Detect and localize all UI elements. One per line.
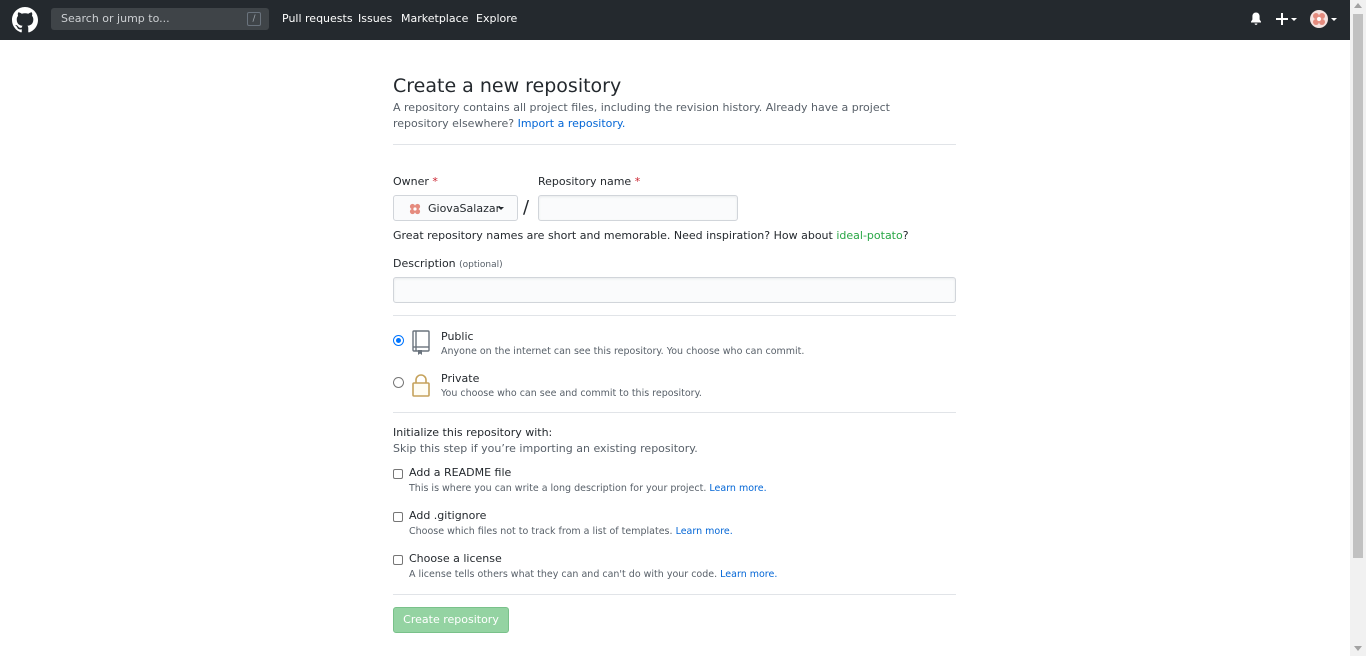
repo-icon <box>412 330 430 355</box>
chevron-down-icon <box>1331 18 1337 21</box>
gitignore-title: Add .gitignore <box>409 509 487 522</box>
owner-label-text: Owner <box>393 175 429 188</box>
name-suggestion-hint: Great repository names are short and mem… <box>393 229 909 242</box>
repo-name-label-text: Repository name <box>538 175 632 188</box>
subtitle-text: A repository contains all project files,… <box>393 101 890 130</box>
nav-explore[interactable]: Explore <box>476 12 517 25</box>
import-repository-link[interactable]: Import a repository. <box>518 117 626 130</box>
init-heading: Initialize this repository with: <box>393 426 553 439</box>
repository-name-input[interactable] <box>538 195 738 221</box>
suggested-name-link[interactable]: ideal-potato <box>836 229 902 242</box>
gitignore-checkbox[interactable] <box>393 512 403 522</box>
readme-description: This is where you can write a long descr… <box>409 483 767 494</box>
description-label: Description (optional) <box>393 257 503 270</box>
hint-end: ? <box>902 229 909 242</box>
init-subheading: Skip this step if you’re importing an ex… <box>393 442 698 455</box>
nav-marketplace[interactable]: Marketplace <box>401 12 468 25</box>
public-radio[interactable] <box>393 335 404 346</box>
readme-checkbox[interactable] <box>393 469 403 479</box>
required-mark: * <box>432 175 438 188</box>
notifications-bell-icon[interactable] <box>1249 11 1263 27</box>
public-description: Anyone on the internet can see this repo… <box>441 346 805 357</box>
license-learn-more-link[interactable]: Learn more. <box>720 569 777 580</box>
scrollbar-thumb[interactable] <box>1353 14 1363 558</box>
chevron-down-icon <box>498 207 504 210</box>
divider <box>393 315 956 316</box>
top-header: Search or jump to... / Pull requests Iss… <box>0 0 1350 40</box>
divider <box>393 594 956 595</box>
gitignore-description: Choose which files not to track from a l… <box>409 526 733 537</box>
page-subtitle: A repository contains all project files,… <box>393 100 933 132</box>
user-menu-dropdown[interactable] <box>1310 10 1340 28</box>
owner-repo-separator: / <box>523 197 530 218</box>
public-title: Public <box>441 330 474 343</box>
optional-tag: (optional) <box>459 260 503 270</box>
search-placeholder: Search or jump to... <box>61 12 170 25</box>
hint-text: Great repository names are short and mem… <box>393 229 833 242</box>
divider <box>393 144 956 145</box>
search-shortcut-key: / <box>247 12 261 26</box>
nav-pull-requests[interactable]: Pull requests <box>282 12 353 25</box>
avatar <box>1310 10 1328 28</box>
license-description: A license tells others what they can and… <box>409 569 777 580</box>
description-input[interactable] <box>393 277 956 303</box>
divider <box>393 412 956 413</box>
private-description: You choose who can see and commit to thi… <box>441 388 702 399</box>
license-title: Choose a license <box>409 552 502 565</box>
owner-name: GiovaSalazar <box>428 202 501 215</box>
readme-title: Add a README file <box>409 466 512 479</box>
plus-icon <box>1276 13 1288 25</box>
owner-select[interactable]: GiovaSalazar <box>393 195 518 221</box>
nav-issues[interactable]: Issues <box>358 12 392 25</box>
page-title: Create a new repository <box>393 75 622 97</box>
private-title: Private <box>441 372 480 385</box>
chevron-down-icon <box>1291 18 1297 21</box>
scroll-down-arrow-icon[interactable] <box>1354 646 1362 651</box>
gitignore-learn-more-link[interactable]: Learn more. <box>676 526 733 537</box>
create-new-dropdown[interactable] <box>1276 11 1300 27</box>
page-scrollbar[interactable] <box>1350 0 1366 656</box>
required-mark: * <box>634 175 641 188</box>
lock-icon <box>412 374 430 397</box>
description-label-text: Description <box>393 257 456 270</box>
private-radio[interactable] <box>393 377 404 388</box>
scroll-up-arrow-icon[interactable] <box>1354 3 1362 8</box>
license-checkbox[interactable] <box>393 555 403 565</box>
repo-name-label: Repository name * <box>538 175 640 188</box>
license-desc-text: A license tells others what they can and… <box>409 569 718 580</box>
gitignore-desc-text: Choose which files not to track from a l… <box>409 526 673 537</box>
readme-desc-text: This is where you can write a long descr… <box>409 483 707 494</box>
readme-learn-more-link[interactable]: Learn more. <box>709 483 766 494</box>
github-logo-icon[interactable] <box>12 7 38 33</box>
create-repository-button[interactable]: Create repository <box>393 607 509 633</box>
owner-label: Owner * <box>393 175 438 188</box>
owner-avatar <box>409 203 421 215</box>
search-input[interactable]: Search or jump to... / <box>51 8 269 30</box>
